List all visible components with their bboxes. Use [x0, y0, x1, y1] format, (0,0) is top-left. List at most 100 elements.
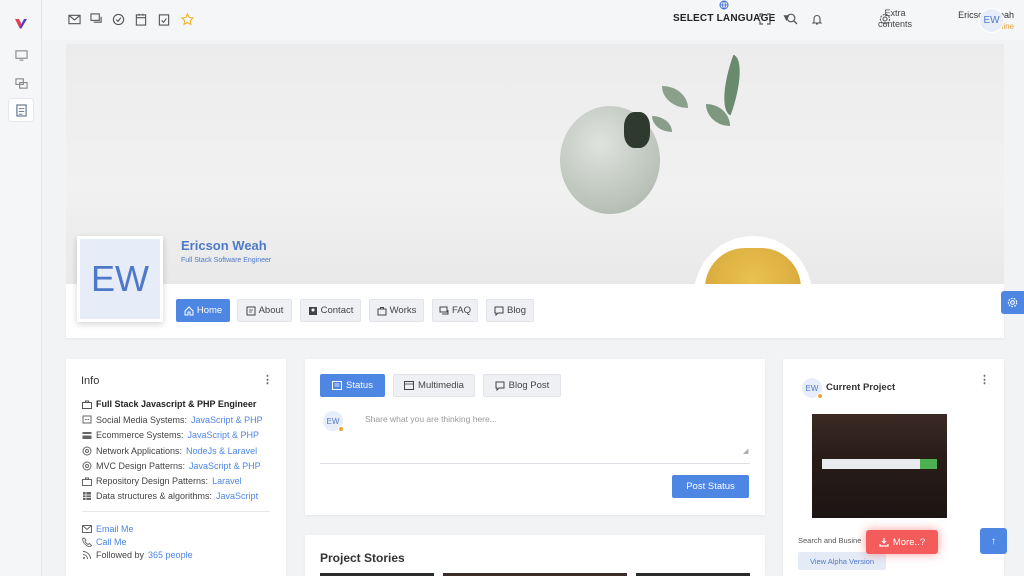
tab-status-label: Status	[346, 380, 373, 391]
view-alpha-button[interactable]: View Alpha Version	[798, 552, 886, 570]
settings-float-button[interactable]	[1001, 291, 1024, 314]
nav-works-label: Works	[389, 305, 417, 316]
messages-icon[interactable]	[89, 12, 103, 26]
current-project-title: Current Project	[826, 382, 896, 393]
post-status-button[interactable]: Post Status	[672, 475, 749, 498]
tab-blog-post[interactable]: Blog Post	[483, 374, 561, 397]
clipboard-check-icon[interactable]	[157, 12, 171, 26]
followers-row: Followed by 365 people	[82, 550, 193, 560]
call-link[interactable]: Call Me	[82, 537, 127, 547]
resize-handle-icon[interactable]: ◢	[743, 447, 748, 455]
briefcase-icon	[82, 399, 92, 409]
bell-icon[interactable]	[810, 12, 824, 26]
project-stories-card: Project Stories	[305, 535, 765, 576]
info-card: Info ⋮ Full Stack Javascript & PHP Engin…	[66, 359, 286, 576]
search-icon[interactable]	[785, 12, 799, 26]
project-search-button	[920, 459, 937, 469]
language-select[interactable]: SELECT LANGUAGE ▼	[673, 13, 792, 24]
image-icon	[404, 381, 415, 390]
home-icon	[184, 305, 194, 316]
textarea-underline	[320, 463, 750, 464]
top-bar: SELECT LANGUAGE ▼ Extra contents Ericson…	[42, 0, 1024, 40]
mail-icon[interactable]	[67, 12, 81, 26]
nav-contact-label: Contact	[320, 305, 354, 316]
contact-icon	[308, 306, 318, 316]
info-row-label: Network Applications:	[96, 446, 183, 456]
tab-blog-post-label: Blog Post	[508, 380, 550, 391]
calendar-icon[interactable]	[134, 12, 148, 26]
info-row-value[interactable]: JavaScript & PHP	[189, 461, 261, 471]
profile-title: Full Stack Software Engineer	[181, 257, 272, 264]
status-dot	[338, 426, 344, 432]
id-card-icon	[246, 306, 256, 316]
info-headline: Full Stack Javascript & PHP Engineer	[82, 399, 256, 409]
nav-about[interactable]: About	[237, 299, 292, 322]
info-row: Social Media Systems: JavaScript & PHP	[82, 415, 263, 425]
project-screenshot[interactable]	[812, 414, 947, 518]
email-link[interactable]: Email Me	[82, 524, 134, 534]
info-row-value[interactable]: JavaScript	[216, 491, 258, 501]
phone-icon	[82, 537, 92, 547]
info-row-value[interactable]: NodeJs & Laravel	[186, 446, 257, 456]
info-row: MVC Design Patterns: JavaScript & PHP	[82, 461, 261, 471]
pattern-icon	[82, 461, 92, 471]
scroll-top-button[interactable]: ↑	[980, 528, 1007, 554]
status-icon	[332, 381, 343, 390]
user-avatar[interactable]: EW	[979, 8, 1004, 33]
gear-icon	[1007, 297, 1018, 308]
nav-home[interactable]: Home	[176, 299, 230, 322]
status-textarea[interactable]: Share what you are thinking here...	[365, 414, 497, 424]
info-headline-text: Full Stack Javascript & PHP Engineer	[96, 399, 257, 409]
more-label: More..?	[892, 536, 926, 548]
nav-blog[interactable]: Blog	[486, 299, 534, 322]
info-row: Network Applications: NodeJs & Laravel	[82, 446, 257, 456]
grid-icon	[82, 491, 92, 501]
nav-home-label: Home	[196, 305, 223, 316]
download-icon	[879, 537, 889, 547]
info-row-label: Repository Design Patterns:	[96, 476, 209, 486]
email-label: Email Me	[96, 524, 134, 534]
followed-count[interactable]: 365 people	[148, 550, 193, 560]
info-row: Repository Design Patterns: Laravel	[82, 476, 242, 486]
call-label: Call Me	[96, 537, 127, 547]
info-row-value[interactable]: JavaScript & PHP	[188, 430, 260, 440]
chat-dots-icon	[82, 415, 92, 425]
tab-status[interactable]: Status	[320, 374, 385, 397]
more-options-icon[interactable]: ⋮	[979, 373, 990, 386]
nav-contact[interactable]: Contact	[300, 299, 361, 322]
tab-multimedia[interactable]: Multimedia	[393, 374, 475, 397]
globe-icon	[719, 0, 729, 10]
left-sidebar	[0, 0, 42, 576]
info-title: Info	[81, 375, 100, 387]
profile-name: Ericson Weah	[181, 238, 267, 253]
star-icon[interactable]	[180, 12, 194, 26]
followed-prefix: Followed by	[96, 550, 145, 560]
post-composer-card: Status Multimedia Blog Post EW Share wha…	[305, 359, 765, 515]
comment-icon	[495, 381, 505, 391]
nav-blog-label: Blog	[506, 305, 526, 316]
nav-faq-label: FAQ	[451, 305, 471, 316]
project-description: Search and Busine	[798, 536, 862, 545]
info-row-label: Data structures & algorithms:	[96, 491, 213, 501]
nav-faq[interactable]: FAQ	[432, 299, 478, 322]
info-row: Ecommerce Systems: JavaScript & PHP	[82, 430, 259, 440]
settings-icon[interactable]	[878, 12, 892, 26]
profile-avatar[interactable]: EW	[77, 236, 163, 322]
document-icon[interactable]	[9, 99, 33, 121]
project-avatar: EW	[802, 378, 823, 399]
fullscreen-icon[interactable]	[758, 12, 772, 26]
chat-icon[interactable]	[9, 72, 33, 94]
nav-works[interactable]: Works	[369, 299, 424, 322]
monitor-icon[interactable]	[9, 44, 33, 66]
info-row-label: Social Media Systems:	[96, 415, 188, 425]
more-button[interactable]: More..?	[866, 530, 938, 554]
check-circle-icon[interactable]	[111, 12, 125, 26]
project-stories-title: Project Stories	[320, 551, 405, 565]
composer-avatar-initials: EW	[326, 416, 340, 426]
info-row-label: MVC Design Patterns:	[96, 461, 186, 471]
info-row-value[interactable]: JavaScript & PHP	[191, 415, 263, 425]
info-row-value[interactable]: Laravel	[212, 476, 242, 486]
more-options-icon[interactable]: ⋮	[262, 373, 273, 386]
app-logo-icon[interactable]	[9, 13, 33, 35]
tab-multimedia-label: Multimedia	[418, 380, 464, 391]
